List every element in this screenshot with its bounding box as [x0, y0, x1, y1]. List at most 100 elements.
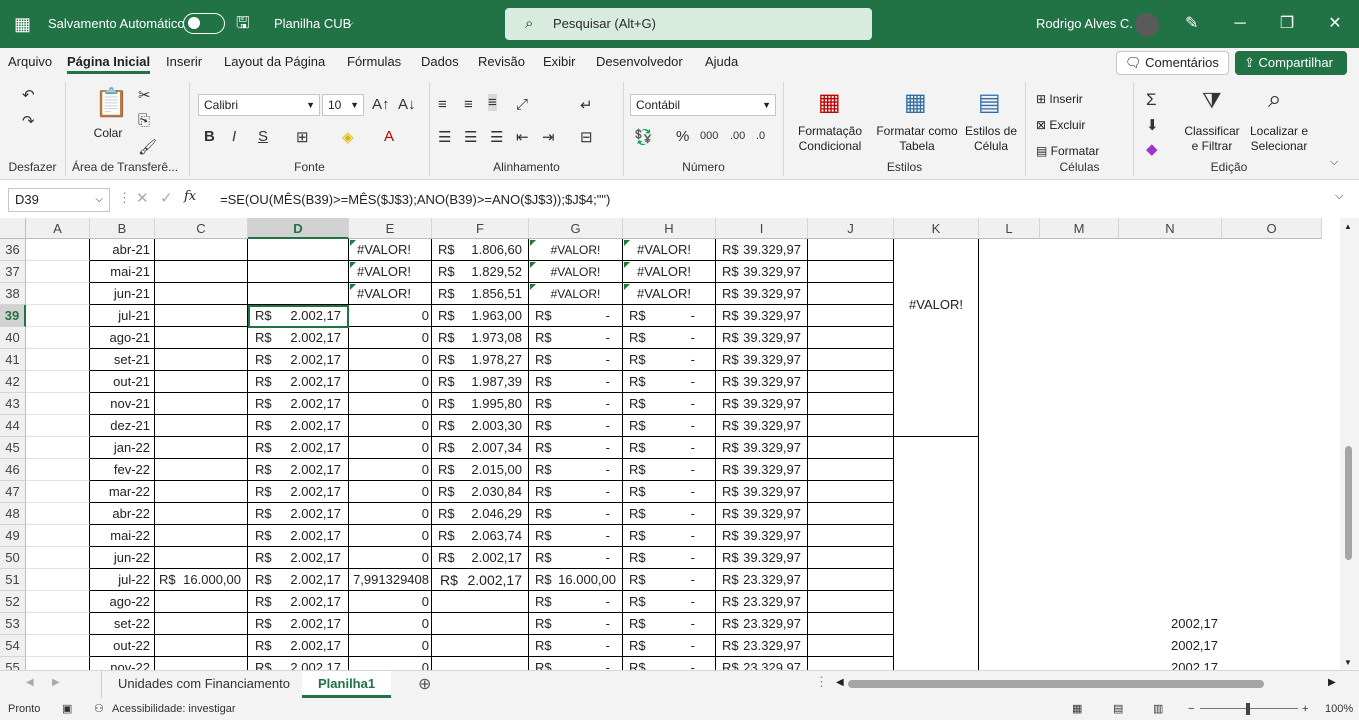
menu-formulas[interactable]: Fórmulas	[347, 54, 401, 69]
cell-e[interactable]: #VALOR!	[349, 239, 432, 261]
cell-d[interactable]: R$ 2.002,17	[248, 481, 349, 503]
cell-j[interactable]	[808, 239, 894, 261]
italic-icon[interactable]: I	[232, 128, 236, 145]
cell-d[interactable]	[248, 239, 349, 261]
column-header-e[interactable]: E	[349, 218, 432, 239]
undo-icon[interactable]: ↶	[22, 86, 35, 104]
spreadsheet-grid[interactable]: ABCDEFGHIJKLMNO 36 abr-21 #VALOR! R$ 1.806,6…	[0, 218, 1340, 670]
column-header-m[interactable]: M	[1040, 218, 1119, 239]
normal-view-icon[interactable]: ▦	[1072, 698, 1082, 720]
row-header[interactable]: 39	[0, 305, 26, 327]
cell-b[interactable]: abr-21	[90, 239, 155, 261]
cell-g[interactable]: R$ -	[529, 635, 623, 657]
cell-g[interactable]: R$ -	[529, 305, 623, 327]
cell-n[interactable]: 2002,17	[1119, 613, 1222, 635]
cell-g[interactable]: R$ -	[529, 327, 623, 349]
scroll-left-icon[interactable]: ◀	[836, 677, 844, 688]
cell-f[interactable]	[432, 657, 529, 670]
redo-icon[interactable]: ↷	[22, 112, 35, 130]
cell-h[interactable]: R$ -	[623, 327, 716, 349]
cell-d[interactable]: R$ 2.002,17	[248, 613, 349, 635]
cell-g[interactable]: R$ -	[529, 503, 623, 525]
k-merged-cell[interactable]: #VALOR!	[894, 239, 979, 437]
row-header[interactable]: 55	[0, 657, 26, 670]
format-cells-button[interactable]: ▤ Formatar	[1036, 144, 1099, 159]
cell-j[interactable]	[808, 657, 894, 670]
cell-n[interactable]: 2002,17	[1119, 635, 1222, 657]
tab-unidades[interactable]: Unidades com Financiamento	[101, 671, 307, 698]
cell-d[interactable]: R$ 2.002,17	[248, 525, 349, 547]
cancel-icon[interactable]: ✕	[136, 189, 149, 207]
cell-a[interactable]	[26, 613, 90, 635]
cell-b[interactable]: set-21	[90, 349, 155, 371]
collapse-ribbon-icon[interactable]: ⌵	[1330, 156, 1338, 169]
cell-e[interactable]: 0	[349, 305, 432, 327]
menu-home[interactable]: Página Inicial	[67, 54, 151, 74]
menu-review[interactable]: Revisão	[478, 54, 525, 69]
row-header[interactable]: 54	[0, 635, 26, 657]
cell-c[interactable]	[155, 503, 248, 525]
cell-e[interactable]: 0	[349, 525, 432, 547]
cell-f[interactable]: R$ 1.829,52	[432, 261, 529, 283]
cell-h[interactable]: R$ -	[623, 371, 716, 393]
row-header[interactable]: 40	[0, 327, 26, 349]
cell-e[interactable]: 0	[349, 437, 432, 459]
align-top-icon[interactable]: ≡	[438, 96, 447, 113]
cell-a[interactable]	[26, 503, 90, 525]
cell-f[interactable]: R$ 2.063,74	[432, 525, 529, 547]
cell-j[interactable]	[808, 459, 894, 481]
cell-h[interactable]: R$ -	[623, 393, 716, 415]
cell-i[interactable]: R$ 39.329,97	[716, 239, 808, 261]
cell-b[interactable]: mar-22	[90, 481, 155, 503]
cell-e[interactable]: 0	[349, 415, 432, 437]
cell-g[interactable]: R$ -	[529, 393, 623, 415]
cell-b[interactable]: fev-22	[90, 459, 155, 481]
row-header[interactable]: 52	[0, 591, 26, 613]
cell-h[interactable]: #VALOR!	[623, 261, 716, 283]
cell-a[interactable]	[26, 525, 90, 547]
menu-view[interactable]: Exibir	[543, 54, 576, 69]
search-box[interactable]: ⌕ Pesquisar (Alt+G)	[505, 8, 872, 40]
share-button[interactable]: ⇪ Compartilhar	[1235, 51, 1347, 75]
tab-next-icon[interactable]: ▶	[52, 677, 60, 688]
row-header[interactable]: 38	[0, 283, 26, 305]
cell-i[interactable]: R$ 39.329,97	[716, 437, 808, 459]
column-header-a[interactable]: A	[26, 218, 90, 239]
cell-e[interactable]: 0	[349, 481, 432, 503]
minimize-icon[interactable]: ─	[1217, 0, 1263, 48]
accessibility-status[interactable]: Acessibilidade: investigar	[112, 698, 236, 720]
cell-e[interactable]: 0	[349, 371, 432, 393]
cell-d[interactable]: R$ 2.002,17	[248, 503, 349, 525]
cell-i[interactable]: R$ 39.329,97	[716, 415, 808, 437]
cell-e[interactable]: 7,991329408	[349, 569, 432, 591]
row-header[interactable]: 44	[0, 415, 26, 437]
expand-formula-icon[interactable]: ⌵	[1335, 190, 1343, 203]
row-header[interactable]: 51	[0, 569, 26, 591]
cell-j[interactable]	[808, 415, 894, 437]
save-icon[interactable]: 🖫	[236, 0, 250, 48]
cell-i[interactable]: R$ 23.329,97	[716, 613, 808, 635]
sort-filter-button[interactable]: Classificar e Filtrar	[1182, 124, 1242, 154]
document-title[interactable]: Planilha CUB	[274, 0, 351, 48]
insert-function-icon[interactable]: fx	[184, 189, 196, 204]
zoom-level[interactable]: 100%	[1325, 698, 1353, 720]
cell-h[interactable]: #VALOR!	[623, 239, 716, 261]
cell-h[interactable]: R$ -	[623, 503, 716, 525]
column-header-l[interactable]: L	[979, 218, 1040, 239]
cell-a[interactable]	[26, 481, 90, 503]
restore-icon[interactable]: ❐	[1264, 0, 1310, 48]
cell-f[interactable]: R$ 1.963,00	[432, 305, 529, 327]
cell-i[interactable]: R$ 39.329,97	[716, 371, 808, 393]
insert-cells-button[interactable]: ⊞ Inserir	[1036, 92, 1083, 107]
scroll-up-icon[interactable]: ▲	[1344, 222, 1352, 231]
cell-g[interactable]: R$ -	[529, 371, 623, 393]
cell-f[interactable]	[432, 613, 529, 635]
cell-styles-button[interactable]: Estilos de Célula	[964, 124, 1018, 154]
cell-d[interactable]: R$ 2.002,17	[248, 415, 349, 437]
cell-e[interactable]: 0	[349, 459, 432, 481]
cell-f[interactable]: R$ 1.987,39	[432, 371, 529, 393]
row-header[interactable]: 36	[0, 239, 26, 261]
row-header[interactable]: 49	[0, 525, 26, 547]
row-header[interactable]: 53	[0, 613, 26, 635]
cell-d[interactable]: R$ 2.002,17	[248, 635, 349, 657]
